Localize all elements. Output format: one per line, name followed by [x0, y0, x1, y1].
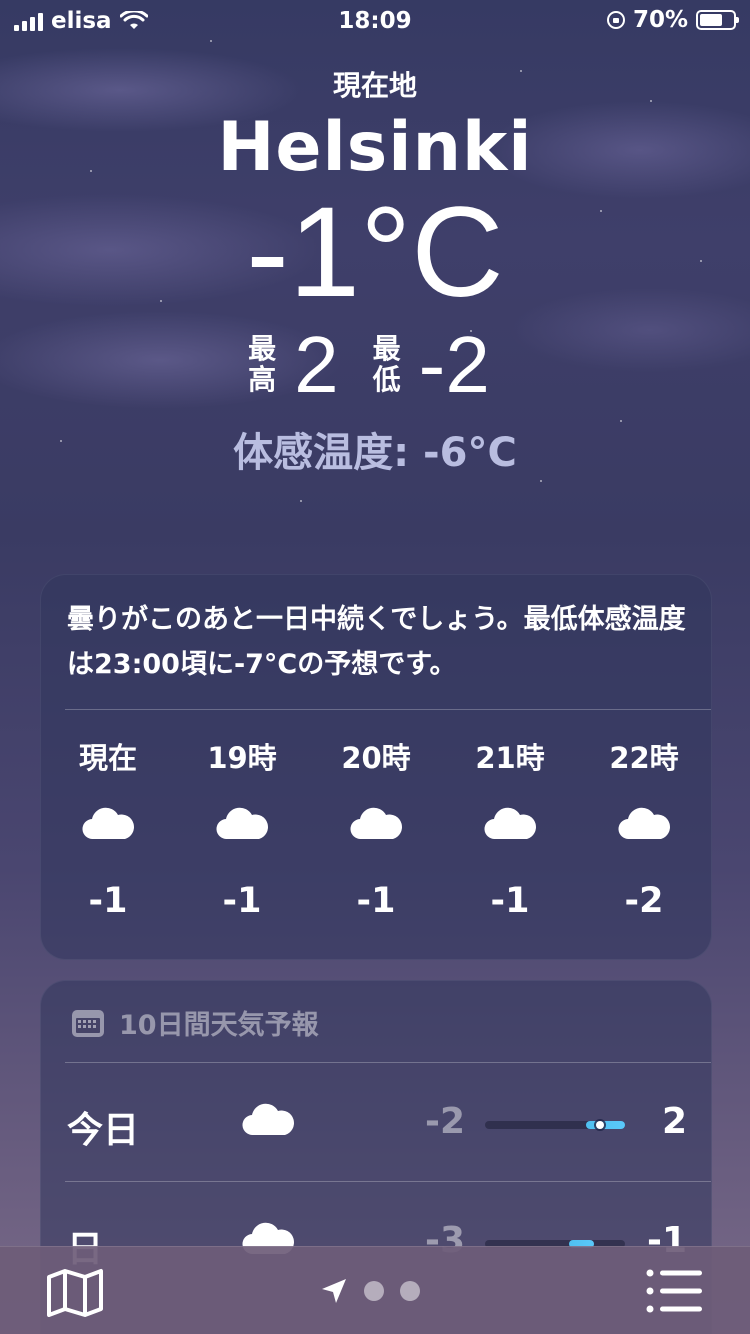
- ten-day-header: 10日間天気予報: [71, 1003, 319, 1042]
- hour-label: 20時: [341, 741, 411, 775]
- cloud-icon: [618, 807, 670, 840]
- page-indicator[interactable]: [320, 1277, 420, 1305]
- location-label: 現在地: [332, 69, 417, 102]
- hourly-forecast-card[interactable]: 曇りがこのあと一日中続くでしょう。最低体感温度は23:00頃に-7°Cの予想です…: [40, 574, 712, 960]
- status-bar: elisa 18:09 70%: [0, 0, 750, 40]
- high-temp: 2: [661, 1101, 687, 1142]
- ten-day-title: 10日間天気予報: [119, 1010, 319, 1041]
- divider: [65, 709, 711, 710]
- rotation-lock-icon: [606, 11, 625, 29]
- hour-label: 19時: [207, 741, 277, 775]
- hour-label: 21時: [475, 741, 545, 775]
- temp-range-bar: [485, 1121, 625, 1129]
- hour-item: 21時 -1: [443, 735, 577, 921]
- hour-item: 19時 -1: [175, 735, 309, 921]
- high-low-temps: 最高 2 最低 -2: [0, 325, 750, 405]
- low-value: -2: [418, 320, 490, 409]
- hour-item: 現在 -1: [41, 735, 175, 921]
- battery-icon: [696, 10, 739, 30]
- hour-temp: -1: [222, 881, 262, 921]
- day-label: 今日: [67, 1110, 140, 1151]
- daily-row[interactable]: 今日 -2 2: [65, 1063, 687, 1181]
- cloud-icon: [350, 807, 402, 840]
- hour-item: 20時 -1: [309, 735, 443, 921]
- calendar-icon: [72, 1009, 104, 1037]
- cloud-icon: [216, 807, 268, 840]
- hour-label: 22時: [609, 741, 679, 775]
- page-dot: [364, 1281, 384, 1301]
- hour-label: 現在: [78, 741, 137, 775]
- feels-like: 体感温度: -6°C: [233, 430, 517, 476]
- page-dot: [400, 1281, 420, 1301]
- hour-temp: -1: [356, 881, 396, 921]
- current-temp-dot: [595, 1121, 604, 1129]
- city-name: Helsinki: [217, 108, 533, 187]
- hour-temp: -2: [624, 881, 664, 921]
- high-value: 2: [294, 320, 339, 409]
- temp-range-fill: [585, 1121, 625, 1129]
- low-label: 最低: [372, 332, 401, 396]
- forecast-summary: 曇りがこのあと一日中続くでしょう。最低体感温度は23:00頃に-7°Cの予想です…: [67, 604, 686, 680]
- current-temperature: -1°C: [246, 181, 504, 324]
- location-arrow-icon: [322, 1279, 346, 1303]
- high-label: 最高: [248, 332, 277, 396]
- hour-temp: -1: [490, 881, 530, 921]
- cloud-icon: [484, 807, 536, 840]
- cloud-icon: [242, 1103, 294, 1136]
- moon-icon: [554, 258, 609, 314]
- battery-percent: 70%: [632, 7, 688, 33]
- hour-item: 22時 -2: [577, 735, 711, 921]
- bottom-toolbar: [0, 1246, 750, 1334]
- hourly-list: 現在 -1 19時 -1 20時 -1 21時 -1 22時 -2: [41, 735, 711, 921]
- cloud-icon: [82, 807, 134, 840]
- list-icon[interactable]: [646, 1269, 704, 1313]
- hour-temp: -1: [88, 881, 128, 921]
- map-icon[interactable]: [46, 1267, 104, 1317]
- low-temp: -2: [425, 1101, 465, 1142]
